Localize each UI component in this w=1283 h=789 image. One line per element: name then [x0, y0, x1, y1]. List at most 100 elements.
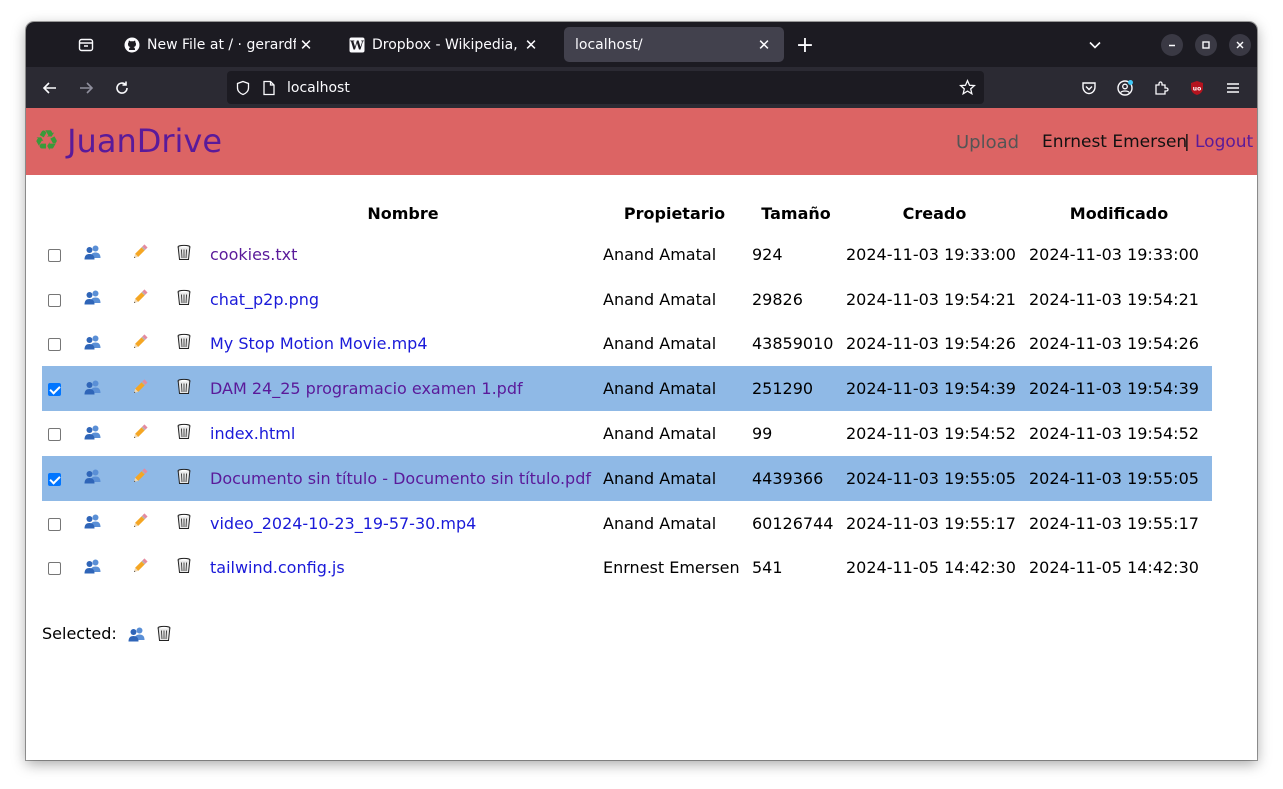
file-link[interactable]: Documento sin título - Documento sin tít… [210, 469, 591, 488]
file-name-cell: tailwind.config.js [206, 546, 600, 591]
file-link[interactable]: My Stop Motion Movie.mp4 [210, 334, 428, 353]
trash-icon[interactable] [176, 423, 192, 440]
pencil-icon[interactable] [131, 378, 149, 396]
maximize-icon[interactable] [1195, 34, 1217, 56]
trash-icon[interactable] [176, 378, 192, 395]
row-checkbox[interactable] [47, 472, 61, 486]
pencil-icon[interactable] [131, 467, 149, 485]
file-modified: 2024-11-03 19:54:52 [1029, 424, 1199, 444]
share-users-icon[interactable] [127, 626, 146, 642]
share-users-icon[interactable] [83, 424, 102, 440]
url-text[interactable]: localhost [287, 80, 350, 96]
account-icon[interactable] [1110, 73, 1140, 103]
file-created: 2024-11-03 19:54:39 [843, 366, 1026, 412]
page-content: ♻ JuanDrive Upload Enrnest Emersen | Log… [26, 108, 1257, 760]
tab-localhost[interactable]: localhost/ ✕ [564, 27, 784, 62]
pencil-icon[interactable] [131, 288, 149, 306]
header-edit [118, 194, 162, 232]
pencil-icon[interactable] [131, 243, 149, 261]
file-name-cell: index.html [206, 411, 600, 456]
row-share-cell [66, 277, 118, 322]
file-name-cell: Documento sin título - Documento sin tít… [206, 455, 600, 501]
pencil-icon[interactable] [131, 333, 149, 351]
pocket-icon[interactable] [1074, 73, 1104, 103]
bookmark-star-icon[interactable] [959, 79, 976, 96]
row-delete-cell [162, 501, 206, 546]
file-created: 2024-11-03 19:55:17 [846, 513, 1016, 533]
row-checkbox[interactable] [47, 338, 61, 352]
trash-icon[interactable] [176, 513, 192, 530]
header-delete [162, 194, 206, 232]
brand-name[interactable]: JuanDrive [67, 122, 222, 160]
close-tab-icon[interactable]: ✕ [521, 35, 541, 55]
trash-icon[interactable] [156, 625, 172, 642]
share-users-icon[interactable] [83, 334, 102, 350]
brand[interactable]: ♻ JuanDrive [34, 122, 222, 160]
row-select-cell [42, 546, 66, 591]
file-created: 2024-11-03 19:55:05 [843, 455, 1026, 501]
row-checkbox[interactable] [47, 428, 61, 442]
file-link[interactable]: chat_p2p.png [210, 290, 319, 309]
row-checkbox[interactable] [47, 293, 61, 307]
trash-icon[interactable] [176, 244, 192, 261]
share-users-icon[interactable] [83, 289, 102, 305]
github-icon [124, 37, 140, 53]
pencil-icon[interactable] [131, 423, 149, 441]
ublock-icon[interactable]: uo [1182, 73, 1212, 103]
file-link[interactable]: tailwind.config.js [210, 558, 345, 577]
file-modified: 2024-11-05 14:42:30 [1029, 558, 1199, 578]
column-header-modified: Modificado [1069, 203, 1169, 223]
new-tab-icon[interactable]: + [790, 30, 820, 60]
firefox-view-icon[interactable] [71, 30, 101, 60]
file-link[interactable]: video_2024-10-23_19-57-30.mp4 [210, 514, 476, 533]
share-users-icon[interactable] [83, 468, 102, 484]
file-link[interactable]: index.html [210, 424, 295, 443]
share-users-icon[interactable] [83, 244, 102, 260]
file-owner: Anand Amatal [600, 455, 749, 501]
file-link[interactable]: cookies.txt [210, 245, 297, 264]
table-row: DAM 24_25 programacio examen 1.pdf Anand … [42, 366, 1212, 412]
trash-icon[interactable] [176, 468, 192, 485]
share-users-icon[interactable] [83, 379, 102, 395]
minimize-icon[interactable] [1161, 34, 1183, 56]
trash-icon[interactable] [176, 557, 192, 574]
forward-arrow-icon[interactable] [71, 73, 101, 103]
file-size: 60126744 [752, 513, 834, 533]
menu-icon[interactable] [1218, 73, 1248, 103]
trash-icon[interactable] [176, 289, 192, 306]
row-checkbox[interactable] [47, 248, 61, 262]
pencil-icon[interactable] [131, 557, 149, 575]
file-size: 251290 [749, 366, 843, 412]
row-delete-cell [162, 277, 206, 322]
back-arrow-icon[interactable] [35, 73, 65, 103]
trash-icon[interactable] [176, 333, 192, 350]
upload-link[interactable]: Upload [956, 132, 1019, 153]
pencil-icon[interactable] [131, 512, 149, 530]
row-share-cell [66, 322, 118, 367]
share-users-icon[interactable] [83, 513, 102, 529]
chevron-down-icon[interactable] [1080, 30, 1110, 60]
file-link[interactable]: DAM 24_25 programacio examen 1.pdf [210, 379, 523, 398]
share-users-icon[interactable] [83, 558, 102, 574]
row-edit-cell [118, 501, 162, 546]
file-created: 2024-11-03 19:54:21 [846, 289, 1016, 309]
svg-text:uo: uo [1193, 86, 1201, 93]
close-window-icon[interactable] [1229, 34, 1251, 56]
extensions-icon[interactable] [1146, 73, 1176, 103]
header-separator: | [1184, 132, 1190, 152]
row-share-cell [66, 366, 118, 412]
row-checkbox[interactable] [47, 562, 61, 576]
tab-wikipedia[interactable]: W Dropbox - Wikipedia, la e… ✕ [339, 27, 551, 62]
url-bar[interactable]: localhost [227, 71, 984, 104]
logout-link[interactable]: Logout [1195, 132, 1253, 152]
tab-github[interactable]: New File at / · gerardfp/… ✕ [114, 27, 326, 62]
row-checkbox[interactable] [47, 517, 61, 531]
shield-icon[interactable] [235, 80, 251, 96]
close-tab-icon[interactable]: ✕ [296, 35, 316, 55]
close-tab-icon[interactable]: ✕ [754, 35, 774, 55]
site-header: ♻ JuanDrive Upload Enrnest Emersen | Log… [26, 108, 1257, 175]
header-share [66, 194, 118, 232]
reload-icon[interactable] [107, 73, 137, 103]
row-checkbox[interactable] [47, 383, 61, 397]
file-size: 29826 [752, 289, 803, 309]
